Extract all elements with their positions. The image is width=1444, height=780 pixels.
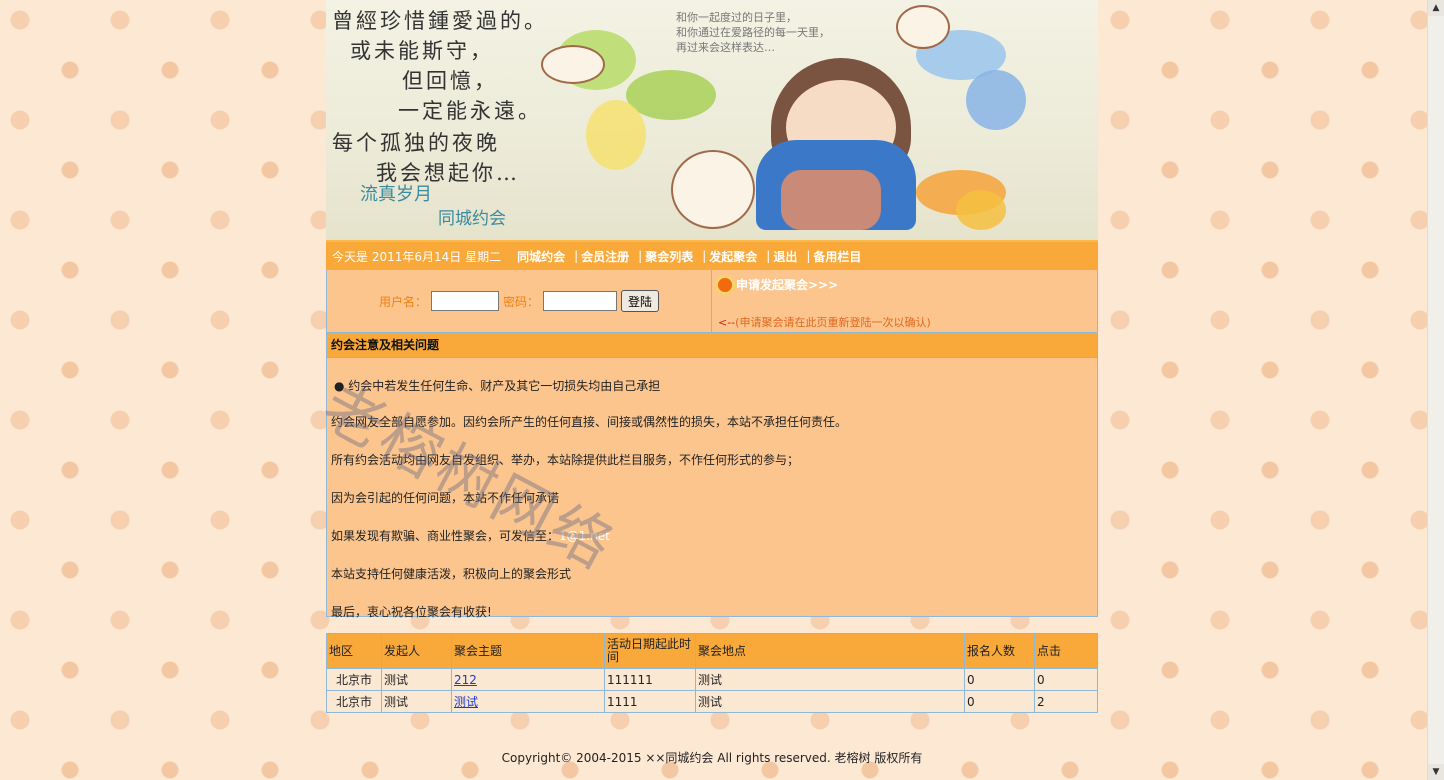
notice-paragraph: 最后，衷心祝各位聚会有收获! [331, 605, 492, 619]
vertical-scrollbar[interactable]: ▲ ▼ [1427, 0, 1444, 780]
notice-paragraph: 因为会引起的任何问题，本站不作任何承诺 [331, 491, 560, 505]
scroll-up-arrow-icon[interactable]: ▲ [1428, 0, 1444, 16]
notice-bullet: ● 约会中若发生任何生命、财产及其它一切损失均由自己承担 [334, 379, 661, 393]
puppy-illustration [541, 45, 605, 84]
footer-copyright: Copyright© 2004-2015 ××同城约会 All rights r… [501, 751, 923, 765]
column-header-date: 活动日期起此时间 [604, 633, 696, 669]
apply-party-panel: 申请发起聚会>>> <--(申请聚会请在此页重新登陆一次以确认) [712, 270, 1097, 332]
notice-contact-text: 如果发现有欺骗、商业性聚会，可发信至： [331, 529, 560, 543]
notice-paragraph: 本站支持任何健康活泼，积极向上的聚会形式 [331, 567, 572, 581]
nav-link-home[interactable]: 同城约会 [517, 248, 565, 265]
top-navigation: 今天是 2011年6月14日 星期二 同城约会 | 会员注册 | 聚会列表 | … [326, 240, 1098, 270]
apply-note-text: (申请聚会请在此页重新登陆一次以确认) [735, 316, 931, 329]
banner-poem-line: 一定能永遠。 [398, 99, 542, 123]
banner-small-line: 和你通过在爱路径的每一天里， [676, 26, 830, 39]
column-header-theme: 聚会主题 [451, 633, 605, 669]
notice-paragraph: 约会网友全部自愿参加。因约会所产生的任何直接、间接或偶然性的损失，本站不承担任何… [331, 415, 848, 429]
apply-party-note: <--(申请聚会请在此页重新登陆一次以确认) [718, 314, 931, 330]
left-arrow-icon: <-- [718, 316, 736, 329]
flower-blue-petal [966, 70, 1026, 130]
nav-link-party-list[interactable]: 聚会列表 [645, 248, 693, 265]
banner-poem: 曾經珍惜鍾愛過的。 或未能斯守， 但回憶， 一定能永遠。 每个孤独的夜晚 我会想… [332, 6, 548, 188]
cell-location: 测试 [695, 690, 965, 713]
nav-separator: | [702, 249, 707, 263]
banner-poem-line: 或未能斯守， [350, 39, 494, 63]
party-theme-link[interactable]: 212 [454, 673, 477, 687]
sun-icon [718, 277, 732, 292]
column-header-signups: 报名人数 [964, 633, 1035, 669]
banner-small-line: 和你一起度过的日子里， [676, 11, 797, 24]
cell-clicks: 0 [1034, 668, 1098, 691]
party-table: 地区 发起人 聚会主题 活动日期起此时间 聚会地点 报名人数 点击 北京市 测试… [326, 633, 1098, 713]
nav-link-reserved[interactable]: 备用栏目 [813, 248, 861, 265]
table-row: 北京市 测试 测试 1111 测试 0 2 [326, 690, 1098, 713]
banner-poem-line: 但回憶， [402, 69, 498, 93]
login-button[interactable]: 登陆 [621, 290, 660, 312]
nav-separator: | [638, 249, 643, 263]
page-container: 曾經珍惜鍾愛過的。 或未能斯守， 但回憶， 一定能永遠。 每个孤独的夜晚 我会想… [326, 0, 1098, 713]
login-form: 用户名： 密码： 登陆 [327, 270, 712, 332]
contact-email: 1@1.net [559, 529, 610, 543]
cell-region: 北京市 [326, 690, 382, 713]
girl-illustration-legs [781, 170, 881, 230]
nav-separator: | [766, 249, 771, 263]
flower-yellow-petal [586, 100, 646, 170]
party-table-container: 地区 发起人 聚会主题 活动日期起此时间 聚会地点 报名人数 点击 北京市 测试… [326, 633, 1098, 713]
cell-initiator: 测试 [381, 668, 452, 691]
nav-link-register[interactable]: 会员注册 [581, 248, 629, 265]
column-header-location: 聚会地点 [695, 633, 965, 669]
cell-initiator: 测试 [381, 690, 452, 713]
column-header-region: 地区 [326, 633, 382, 669]
cell-location: 测试 [695, 668, 965, 691]
flower-orange-petal [956, 190, 1006, 230]
apply-party-link[interactable]: 申请发起聚会>>> [718, 276, 838, 293]
notice-paragraph: 如果发现有欺骗、商业性聚会，可发信至：1@1.net [331, 526, 1093, 546]
username-label: 用户名： [378, 294, 427, 309]
banner-small-line: 再过来会这样表达… [676, 41, 775, 54]
notice-body: ● 约会中若发生任何生命、财产及其它一切损失均由自己承担 约会网友全部自愿参加。… [326, 358, 1098, 619]
notice-paragraph: 所有约会活动均由网友自发组织、举办，本站除提供此栏目服务，不作任何形式的参与； [331, 453, 800, 467]
current-date: 今天是 2011年6月14日 星期二 [332, 249, 502, 264]
banner-poem-line: 每个孤独的夜晚 [332, 131, 500, 155]
nav-separator: | [574, 249, 579, 263]
cell-theme: 212 [451, 668, 605, 691]
column-header-clicks: 点击 [1034, 633, 1098, 669]
username-input[interactable] [430, 291, 499, 311]
puppy-illustration [896, 5, 950, 49]
nav-link-logout[interactable]: 退出 [773, 248, 797, 265]
apply-party-link-label: 申请发起聚会>>> [736, 278, 839, 292]
cell-signups: 0 [964, 668, 1035, 691]
column-header-initiator: 发起人 [381, 633, 452, 669]
cell-date: 1111 [604, 690, 696, 713]
nav-separator: | [806, 249, 811, 263]
cell-date: 111111 [604, 668, 696, 691]
banner-poem-line: 曾經珍惜鍾愛過的。 [332, 9, 548, 33]
login-section: 用户名： 密码： 登陆 申请发起聚会>>> <--(申请聚会请在此页重新登陆一次… [326, 270, 1098, 333]
table-row: 北京市 测试 212 111111 测试 0 0 [326, 668, 1098, 691]
banner-signature: 流真岁月 [360, 184, 432, 205]
cell-signups: 0 [964, 690, 1035, 713]
nav-link-start-party[interactable]: 发起聚会 [709, 248, 757, 265]
cell-clicks: 2 [1034, 690, 1098, 713]
scroll-down-arrow-icon[interactable]: ▼ [1428, 764, 1444, 780]
table-header-row: 地区 发起人 聚会主题 活动日期起此时间 聚会地点 报名人数 点击 [326, 633, 1098, 669]
header-banner: 曾經珍惜鍾愛過的。 或未能斯守， 但回憶， 一定能永遠。 每个孤独的夜晚 我会想… [326, 0, 1098, 240]
banner-small-text: 和你一起度过的日子里， 和你通过在爱路径的每一天里， 再过来会这样表达… [676, 10, 830, 55]
notice-title: 约会注意及相关问题 [326, 333, 1098, 358]
cell-theme: 测试 [451, 690, 605, 713]
banner-site-name: 同城约会 [438, 209, 506, 229]
cell-region: 北京市 [326, 668, 382, 691]
party-theme-link[interactable]: 测试 [454, 695, 478, 709]
password-input[interactable] [543, 291, 617, 311]
password-label: 密码： [502, 294, 539, 309]
puppy-illustration [671, 150, 755, 229]
